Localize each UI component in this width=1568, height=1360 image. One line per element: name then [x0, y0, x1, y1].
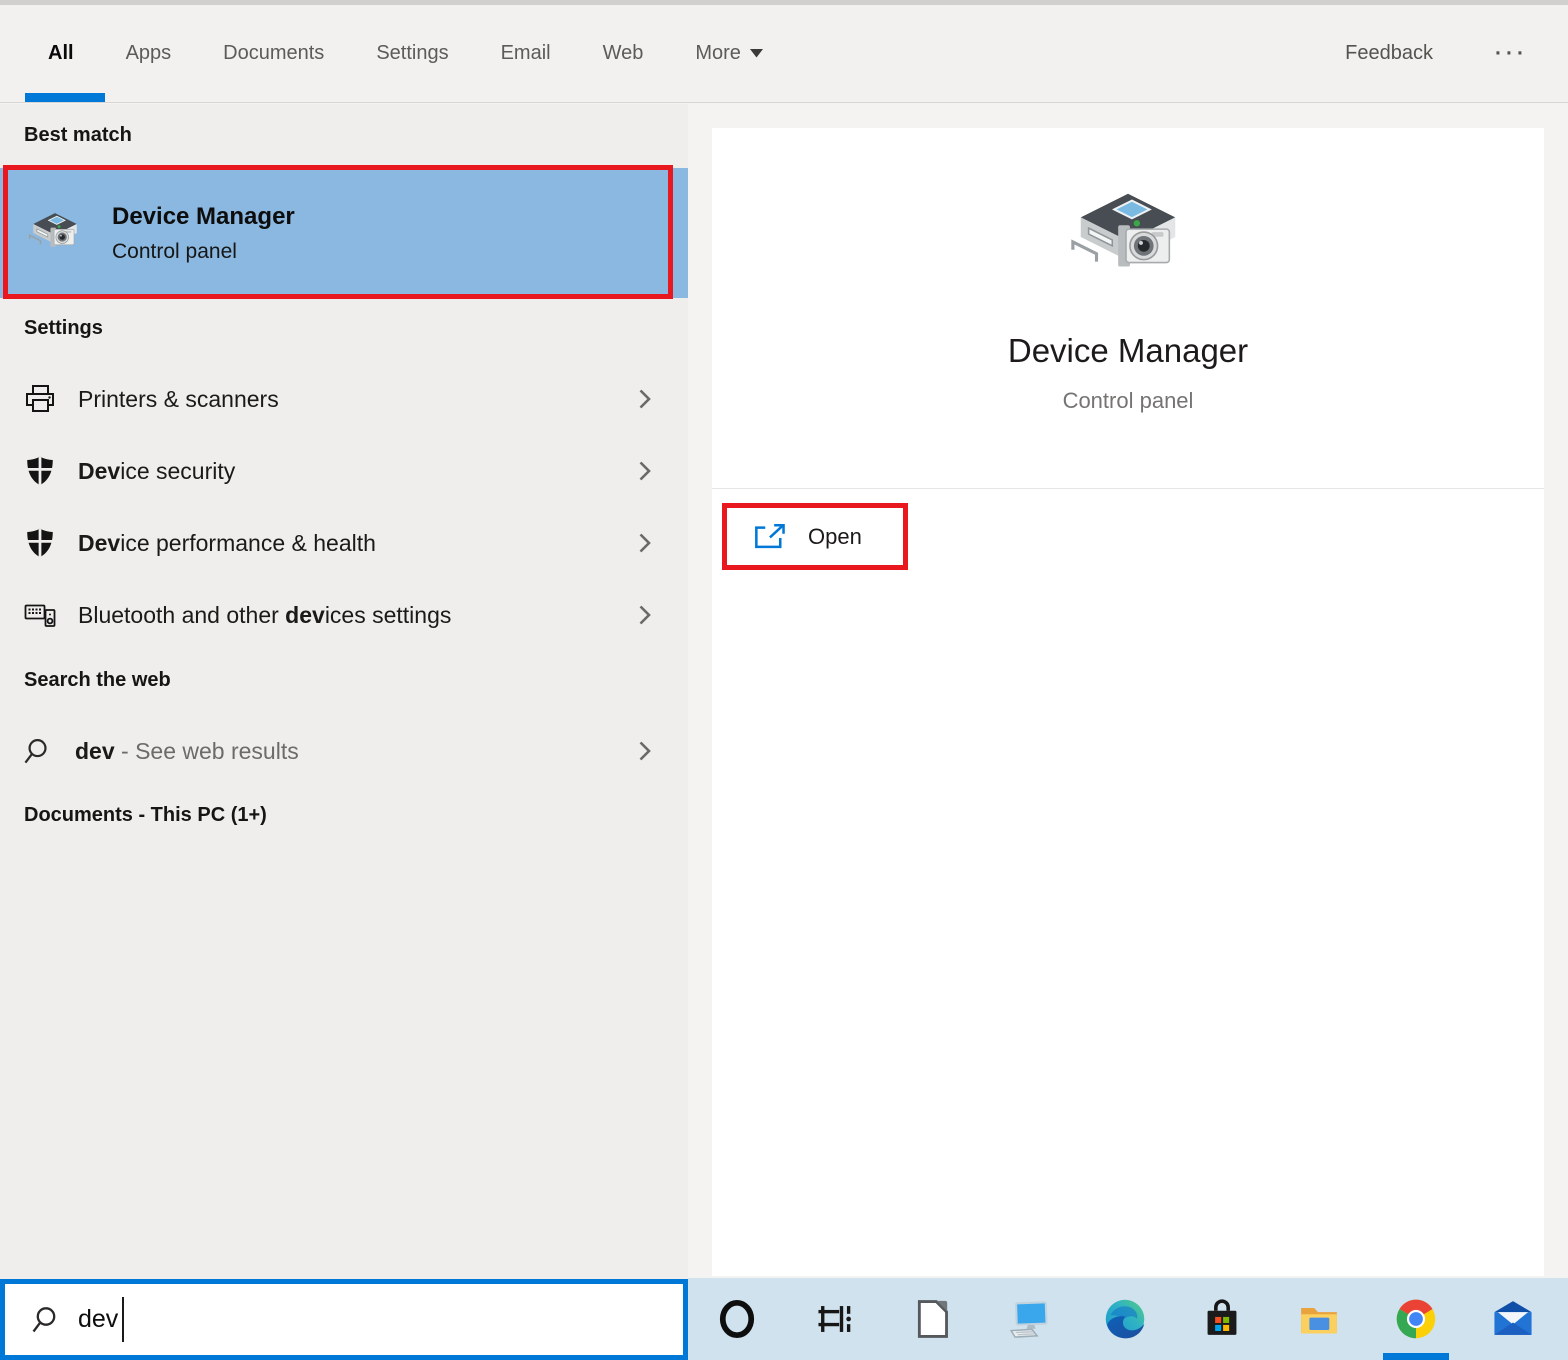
- result-device-performance-health[interactable]: Device performance & health: [0, 507, 688, 579]
- open-button-label: Open: [808, 524, 862, 550]
- chevron-right-icon: [638, 388, 652, 410]
- printer-icon: [23, 382, 57, 416]
- search-results-panel: Best match Device Manager Control panel …: [0, 104, 688, 1279]
- chrome-active-indicator: [1383, 1353, 1449, 1360]
- computer-monitor-icon: [1006, 1297, 1050, 1341]
- result-bluetooth-devices-settings[interactable]: Bluetooth and other devices settings: [0, 579, 688, 651]
- preview-card: Device Manager Control panel Open: [712, 128, 1544, 1276]
- result-web-search-dev[interactable]: dev - See web results: [0, 715, 688, 787]
- overflow-menu-button[interactable]: ···: [1495, 42, 1528, 66]
- shield-icon: [23, 526, 57, 560]
- preview-panel: Device Manager Control panel Open: [688, 104, 1568, 1278]
- file-explorer-icon: [1297, 1297, 1341, 1341]
- chevron-right-icon: [638, 604, 652, 626]
- settings-section-header: Settings: [24, 317, 103, 340]
- feedback-button[interactable]: Feedback: [1345, 42, 1433, 65]
- taskbar-edge-button[interactable]: [1102, 1296, 1148, 1342]
- filter-tabs: All Apps Documents Settings Email Web Mo…: [0, 42, 763, 65]
- taskbar-this-pc-button[interactable]: [1005, 1296, 1051, 1342]
- tab-apps[interactable]: Apps: [126, 42, 172, 65]
- result-device-security[interactable]: Device security: [0, 435, 688, 507]
- tab-all[interactable]: All: [48, 42, 74, 65]
- taskbar-file-explorer-button[interactable]: [1296, 1296, 1342, 1342]
- taskbar-search-box[interactable]: [0, 1279, 688, 1360]
- taskbar-chrome-button[interactable]: [1393, 1296, 1439, 1342]
- chevron-right-icon: [638, 740, 652, 762]
- preview-subtitle: Control panel: [712, 388, 1544, 414]
- search-input[interactable]: [78, 1305, 598, 1334]
- best-match-result-device-manager[interactable]: Device Manager Control panel: [0, 168, 688, 298]
- documents-section-header[interactable]: Documents - This PC (1+): [24, 804, 267, 827]
- taskbar-cortana-button[interactable]: [714, 1296, 760, 1342]
- microsoft-store-icon: [1200, 1297, 1244, 1341]
- best-match-header: Best match: [24, 124, 132, 147]
- search-filter-bar: All Apps Documents Settings Email Web Mo…: [0, 0, 1568, 103]
- tab-more[interactable]: More: [695, 42, 763, 65]
- device-manager-icon: [26, 204, 84, 262]
- text-caret: [122, 1297, 124, 1342]
- start-menu-search: All Apps Documents Settings Email Web Mo…: [0, 0, 1568, 1360]
- open-external-icon: [752, 522, 786, 552]
- taskbar: [688, 1278, 1568, 1360]
- shield-icon: [23, 454, 57, 488]
- cortana-icon: [715, 1297, 759, 1341]
- mail-icon: [1491, 1297, 1535, 1341]
- taskbar-libreoffice-button[interactable]: [908, 1296, 954, 1342]
- device-manager-icon-large: [1065, 174, 1191, 300]
- tab-documents[interactable]: Documents: [223, 42, 324, 65]
- search-web-header: Search the web: [24, 669, 171, 692]
- chrome-icon: [1394, 1297, 1438, 1341]
- result-printers-scanners[interactable]: Printers & scanners: [0, 363, 688, 435]
- taskbar-mail-button[interactable]: [1490, 1296, 1536, 1342]
- tab-settings[interactable]: Settings: [376, 42, 448, 65]
- best-match-title: Device Manager: [112, 203, 295, 231]
- task-view-icon: [812, 1297, 856, 1341]
- active-tab-indicator: [25, 93, 105, 102]
- taskbar-microsoft-store-button[interactable]: [1199, 1296, 1245, 1342]
- devices-icon: [23, 598, 57, 632]
- search-icon: [23, 736, 54, 767]
- best-match-subtitle: Control panel: [112, 240, 295, 264]
- edge-icon: [1103, 1297, 1147, 1341]
- tab-web[interactable]: Web: [603, 42, 644, 65]
- divider: [712, 488, 1544, 489]
- chevron-right-icon: [638, 460, 652, 482]
- tab-email[interactable]: Email: [501, 42, 551, 65]
- search-icon: [31, 1304, 63, 1336]
- chevron-right-icon: [638, 532, 652, 554]
- open-button[interactable]: Open: [727, 508, 903, 565]
- preview-title: Device Manager: [712, 332, 1544, 370]
- libreoffice-document-icon: [909, 1297, 953, 1341]
- taskbar-task-view-button[interactable]: [811, 1296, 857, 1342]
- dropdown-arrow-icon: [750, 49, 763, 58]
